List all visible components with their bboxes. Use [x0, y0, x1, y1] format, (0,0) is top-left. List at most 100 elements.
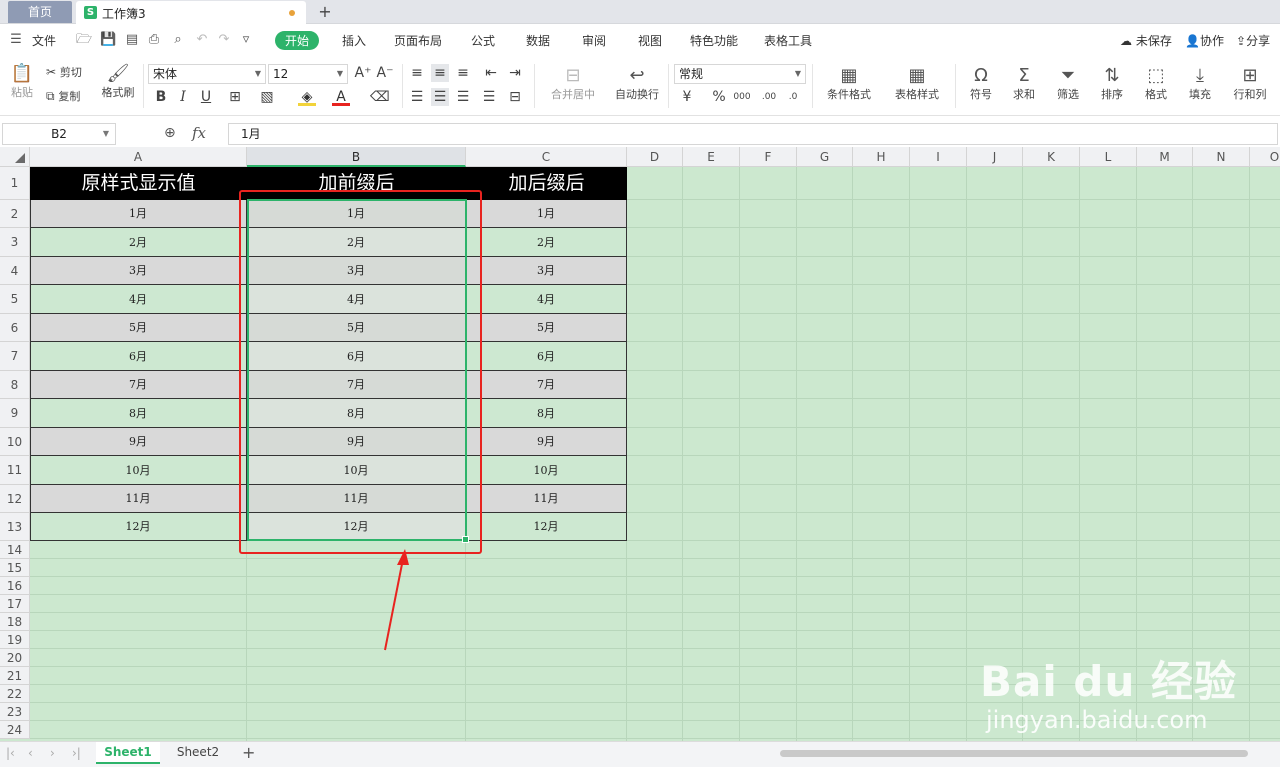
table-cell[interactable]: 6月 — [466, 342, 627, 371]
tab-special-features[interactable]: 特色功能 — [690, 32, 738, 49]
cut-button[interactable]: ✂ 剪切 — [46, 64, 92, 80]
row-header-3[interactable]: 3 — [0, 228, 30, 257]
table-cell[interactable]: 2月 — [466, 228, 627, 257]
table-cell[interactable]: 10月 — [30, 456, 247, 485]
table-cell[interactable]: 12月 — [466, 513, 627, 541]
table-cell[interactable]: 1月 — [30, 200, 247, 228]
bold-icon[interactable]: B — [152, 88, 170, 106]
table-cell[interactable]: 7月 — [466, 371, 627, 399]
cell-style-icon[interactable]: ▧ — [258, 88, 276, 106]
table-cell[interactable]: 4月 — [30, 285, 247, 314]
first-sheet-icon[interactable]: |‹ — [6, 746, 15, 760]
undo-icon[interactable]: ↶ — [194, 32, 210, 48]
justify-icon[interactable]: ☰ — [480, 88, 498, 106]
table-cell[interactable]: 11月 — [466, 485, 627, 513]
row-header-9[interactable]: 9 — [0, 399, 30, 428]
distribute-icon[interactable]: ⊟ — [506, 88, 524, 106]
table-cell[interactable]: 8月 — [466, 399, 627, 428]
add-sheet-icon[interactable]: + — [242, 743, 255, 762]
row-header-14[interactable]: 14 — [0, 541, 30, 559]
row-header-17[interactable]: 17 — [0, 595, 30, 613]
last-sheet-icon[interactable]: ›| — [72, 746, 81, 760]
column-header-h[interactable]: H — [853, 147, 910, 167]
table-cell[interactable]: 9月 — [30, 428, 247, 456]
eraser-icon[interactable]: ⌫ — [370, 88, 390, 106]
unsaved-status[interactable]: ☁ 未保存 — [1120, 32, 1172, 49]
column-header-d[interactable]: D — [627, 147, 683, 167]
zoom-icon[interactable]: ⊕ — [164, 125, 176, 141]
conditional-format-button[interactable]: ▦ 条件格式 — [818, 66, 880, 102]
row-header-20[interactable]: 20 — [0, 649, 30, 667]
font-name-select[interactable]: 宋体 ▼ — [148, 64, 266, 84]
copy-button[interactable]: ⧉ 复制 — [46, 88, 92, 104]
italic-icon[interactable]: I — [174, 88, 192, 106]
number-format-select[interactable]: 常规 ▼ — [674, 64, 806, 84]
row-header-1[interactable]: 1 — [0, 167, 30, 200]
tab-start[interactable]: 开始 — [275, 31, 320, 50]
row-col-button[interactable]: ⊞ 行和列 — [1226, 66, 1274, 102]
table-cell[interactable]: 7月 — [30, 371, 247, 399]
table-cell[interactable]: 12月 — [30, 513, 247, 541]
tab-review[interactable]: 审阅 — [582, 32, 606, 49]
column-header-a[interactable]: A — [30, 147, 247, 167]
column-header-i[interactable]: I — [910, 147, 967, 167]
decrease-indent-icon[interactable]: ⇤ — [482, 64, 500, 82]
tab-view[interactable]: 视图 — [638, 32, 662, 49]
column-header-g[interactable]: G — [797, 147, 853, 167]
column-header-c[interactable]: C — [466, 147, 627, 167]
fill-color-icon[interactable]: ◈ — [298, 88, 316, 106]
column-header-m[interactable]: M — [1137, 147, 1193, 167]
row-header-16[interactable]: 16 — [0, 577, 30, 595]
symbol-button[interactable]: Ω 符号 — [962, 66, 1000, 102]
tab-formulas[interactable]: 公式 — [471, 32, 495, 49]
table-cell[interactable]: 1月 — [466, 200, 627, 228]
table-cell[interactable]: 3月 — [466, 257, 627, 285]
table-cell[interactable]: 8月 — [30, 399, 247, 428]
column-header-n[interactable]: N — [1193, 147, 1250, 167]
table-style-button[interactable]: ▦ 表格样式 — [886, 66, 948, 102]
row-header-7[interactable]: 7 — [0, 342, 30, 371]
tab-page-layout[interactable]: 页面布局 — [394, 32, 442, 49]
table-header-cell[interactable]: 加后缀后 — [466, 167, 627, 200]
save-icon[interactable]: 💾 — [100, 32, 116, 48]
underline-icon[interactable]: U — [197, 88, 215, 106]
table-cell[interactable]: 6月 — [30, 342, 247, 371]
horizontal-scrollbar[interactable] — [760, 748, 1270, 758]
table-header-cell[interactable]: 原样式显示值 — [30, 167, 247, 200]
column-header-k[interactable]: K — [1023, 147, 1080, 167]
print-icon[interactable]: ⎙ — [146, 32, 162, 48]
column-header-f[interactable]: F — [740, 147, 797, 167]
redo-icon[interactable]: ↷ — [216, 32, 232, 48]
column-header-b[interactable]: B — [247, 147, 466, 167]
font-size-select[interactable]: 12 ▼ — [268, 64, 348, 84]
increase-decimal-icon[interactable]: .00 — [760, 88, 778, 106]
table-cell[interactable]: 3月 — [30, 257, 247, 285]
export-pdf-icon[interactable]: ▤ — [124, 32, 140, 48]
row-header-2[interactable]: 2 — [0, 200, 30, 228]
currency-icon[interactable]: ¥ — [678, 88, 696, 106]
increase-font-icon[interactable]: A⁺ — [354, 64, 372, 82]
column-header-e[interactable]: E — [683, 147, 740, 167]
row-header-21[interactable]: 21 — [0, 667, 30, 685]
collaborate-button[interactable]: 👤协作 — [1185, 32, 1224, 49]
border-icon[interactable]: ⊞ — [226, 88, 244, 106]
share-button[interactable]: ⇪分享 — [1236, 32, 1270, 49]
row-header-24[interactable]: 24 — [0, 721, 30, 739]
tab-data[interactable]: 数据 — [526, 32, 550, 49]
format-painter-button[interactable]: 🖌 格式刷 — [98, 64, 138, 100]
wrap-text-button[interactable]: ↩ 自动换行 — [610, 66, 664, 102]
merge-center-button[interactable]: ⊟ 合并居中 — [542, 66, 604, 102]
filter-button[interactable]: ⏷ 筛选 — [1049, 66, 1087, 102]
table-cell[interactable]: 5月 — [30, 314, 247, 342]
align-middle-icon[interactable]: ≡ — [431, 64, 449, 82]
table-cell[interactable]: 9月 — [466, 428, 627, 456]
row-header-13[interactable]: 13 — [0, 513, 30, 541]
sheet-tab-2[interactable]: Sheet2 — [166, 742, 230, 764]
column-header-j[interactable]: J — [967, 147, 1023, 167]
align-right-icon[interactable]: ☰ — [454, 88, 472, 106]
row-header-4[interactable]: 4 — [0, 257, 30, 285]
table-cell[interactable]: 2月 — [30, 228, 247, 257]
name-box[interactable]: B2 ▼ — [2, 123, 116, 145]
row-header-23[interactable]: 23 — [0, 703, 30, 721]
row-header-11[interactable]: 11 — [0, 456, 30, 485]
